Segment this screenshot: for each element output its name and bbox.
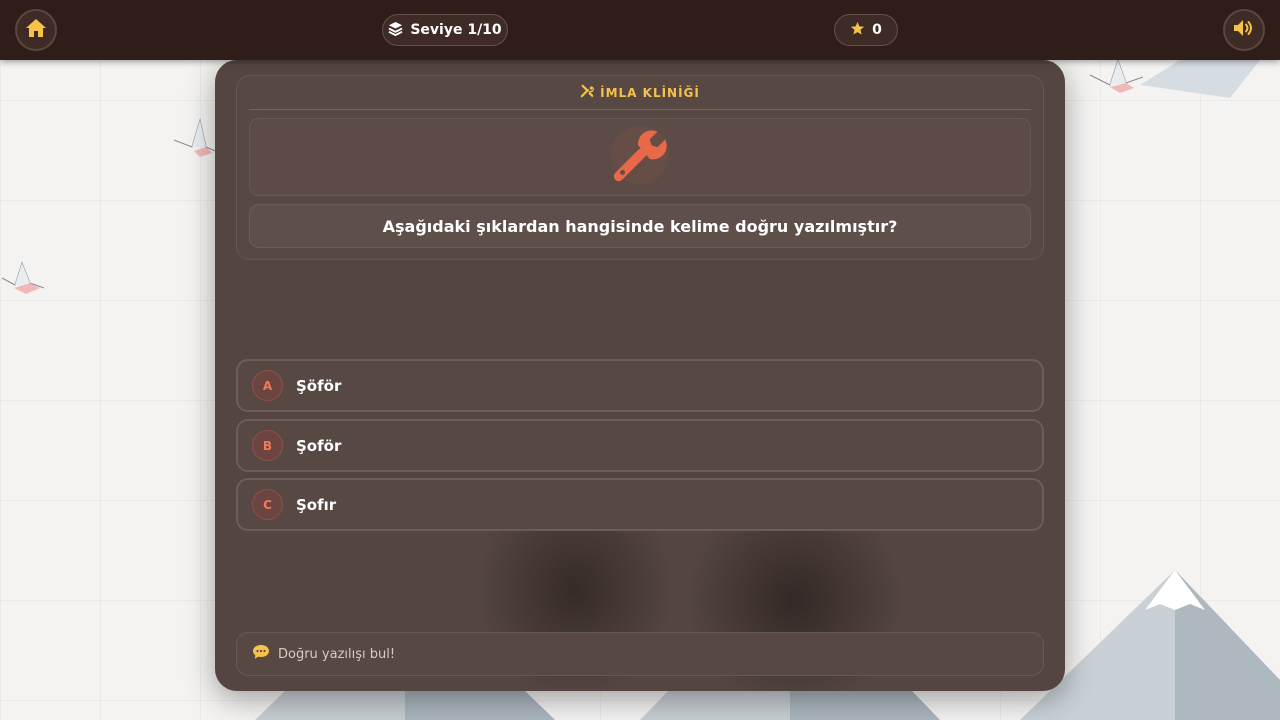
tools-icon [580,84,594,101]
option-text: Şofır [296,495,337,514]
sound-button[interactable] [1223,9,1265,51]
question-header: İMLA KLİNİĞİ Aşağıdaki şıklardan hangisi… [236,75,1044,260]
score-value: 0 [872,22,882,38]
category-label: İMLA KLİNİĞİ [600,85,700,100]
option-letter: C [252,489,283,520]
question-text: Aşağıdaki şıklardan hangisinde kelime do… [249,204,1031,248]
category-title: İMLA KLİNİĞİ [249,76,1031,110]
level-label: Seviye 1/10 [410,22,502,38]
paper-crane-decoration [1089,58,1144,93]
star-icon [850,21,865,40]
option-text: Şöför [296,376,342,395]
answer-option-b[interactable]: B Şoför [236,419,1044,472]
home-button[interactable] [15,9,57,51]
answer-option-c[interactable]: C Şofır [236,478,1044,531]
quiz-card: İMLA KLİNİĞİ Aşağıdaki şıklardan hangisi… [215,60,1065,691]
option-letter: A [252,370,283,401]
hint-box: Doğru yazılışı bul! [236,632,1044,676]
question-illustration [249,118,1031,196]
speech-bubble-icon [252,644,270,664]
top-bar: Seviye 1/10 0 [0,0,1280,60]
score-indicator: 0 [834,14,898,46]
paper-crane-decoration [1,261,45,294]
layers-icon [388,21,403,40]
hint-text: Doğru yazılışı bul! [278,646,396,662]
level-indicator: Seviye 1/10 [382,14,508,46]
home-icon [25,18,47,42]
option-text: Şoför [296,436,342,455]
answer-option-a[interactable]: A Şöför [236,359,1044,412]
option-letter: B [252,430,283,461]
wrench-icon [609,124,671,190]
volume-icon [1232,18,1256,42]
